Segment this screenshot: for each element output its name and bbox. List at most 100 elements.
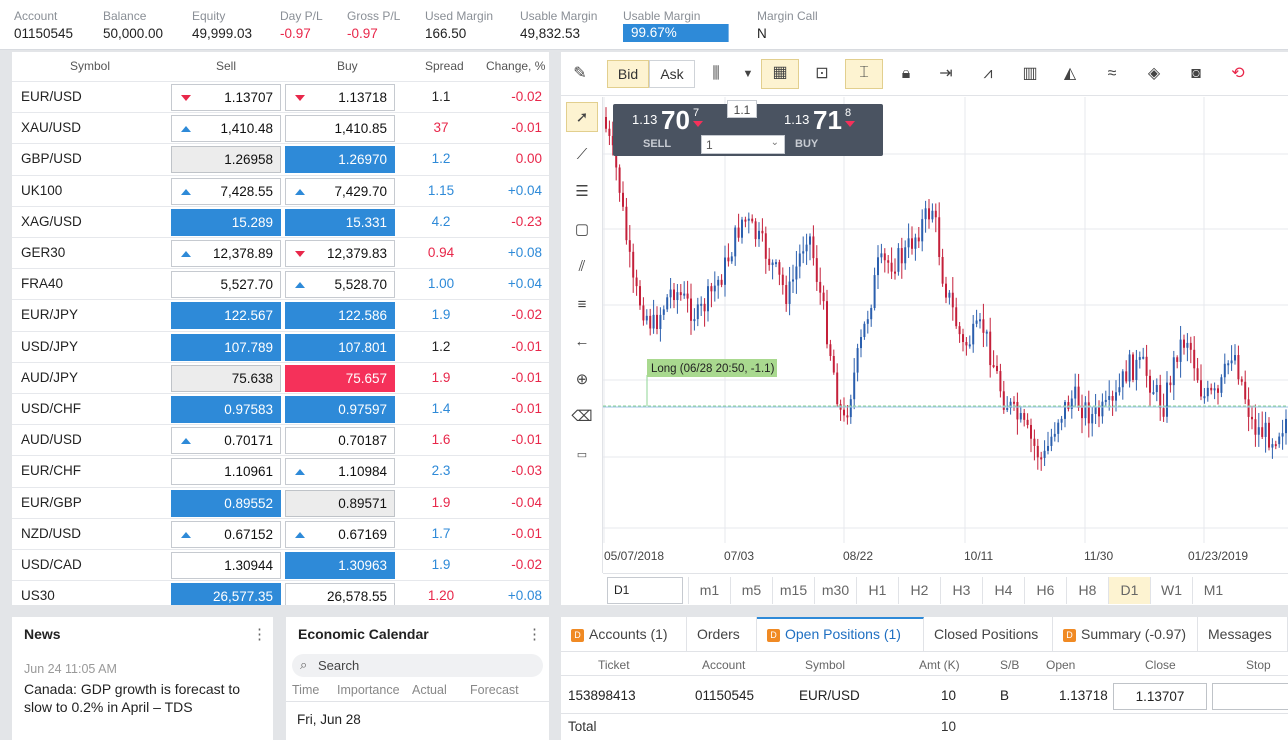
sell-price-button[interactable]: 26,577.35: [171, 583, 281, 605]
sell-price-button[interactable]: 122.567: [171, 302, 281, 330]
watchlist-row[interactable]: USD/CHF 0.97583 0.97597 1.4 -0.01: [12, 393, 549, 424]
timeframe-h8[interactable]: H8: [1066, 577, 1108, 604]
position-stop-field[interactable]: [1212, 683, 1288, 710]
col-change[interactable]: Change, %: [486, 52, 545, 80]
buy-price-button[interactable]: 122.586: [285, 302, 395, 330]
sell-price-button[interactable]: 107.789: [171, 333, 281, 361]
col-symbol[interactable]: Symbol: [805, 658, 845, 672]
timeframe-h6[interactable]: H6: [1024, 577, 1066, 604]
col-amount[interactable]: Amt (K): [919, 658, 960, 672]
chevron-down-icon[interactable]: ▼: [735, 61, 761, 87]
bid-button[interactable]: Bid: [607, 60, 649, 88]
econ-search-input[interactable]: ⌕ Search: [292, 654, 543, 677]
sell-price-button[interactable]: 75.638: [171, 364, 281, 392]
price-marker-icon[interactable]: ⌶: [845, 59, 883, 89]
col-symbol[interactable]: Symbol: [70, 52, 110, 80]
trendline-icon[interactable]: ⟋: [566, 140, 598, 170]
tab-messages[interactable]: Messages: [1198, 617, 1288, 651]
col-stop[interactable]: Stop: [1246, 658, 1271, 672]
timeframe-m1[interactable]: m1: [688, 577, 730, 604]
sell-price-button[interactable]: 1.30944: [171, 552, 281, 579]
add-indicator-icon[interactable]: ⩘: [975, 61, 1001, 87]
watchlist-row[interactable]: UK100 7,428.55 7,429.70 1.15 +0.04: [12, 174, 549, 206]
col-buy[interactable]: Buy: [337, 52, 358, 80]
buy-price-button[interactable]: 1.13718: [285, 84, 395, 111]
col-side[interactable]: S/B: [1000, 658, 1019, 672]
col-spread[interactable]: Spread: [425, 52, 464, 80]
col-close[interactable]: Close: [1145, 658, 1176, 672]
timeframe-m30[interactable]: m30: [814, 577, 856, 604]
timeframe-h3[interactable]: H3: [940, 577, 982, 604]
timeframe-h2[interactable]: H2: [898, 577, 940, 604]
watchlist-row[interactable]: NZD/USD 0.67152 0.67169 1.7 -0.01: [12, 517, 549, 549]
sell-price-button[interactable]: 1,410.48: [171, 115, 281, 143]
watchlist-row[interactable]: GBP/USD 1.26958 1.26970 1.2 0.00: [12, 143, 549, 174]
col-account[interactable]: Account: [702, 658, 745, 672]
buy-price-button[interactable]: 0.97597: [285, 396, 395, 423]
volume-icon[interactable]: ▥: [1017, 61, 1043, 87]
buy-price-button[interactable]: 0.67169: [285, 520, 395, 548]
horizontal-lines-icon[interactable]: ≡: [566, 290, 598, 320]
col-ticket[interactable]: Ticket: [598, 658, 630, 672]
fibonacci-icon[interactable]: ☰: [566, 177, 598, 207]
candlestick-icon[interactable]: ⫼: [703, 61, 729, 87]
timeframe-d1[interactable]: D1: [1108, 577, 1150, 604]
timeframe-input[interactable]: D1: [607, 577, 683, 604]
sell-price-button[interactable]: 1.13707: [171, 84, 281, 111]
zoom-in-icon[interactable]: ⊕: [566, 365, 598, 395]
ask-button[interactable]: Ask: [649, 60, 695, 88]
timeframe-m5[interactable]: m5: [730, 577, 772, 604]
sell-price-button[interactable]: 1.10961: [171, 458, 281, 486]
watchlist-row[interactable]: GER30 12,378.89 12,379.83 0.94 +0.08: [12, 237, 549, 268]
buy-price-button[interactable]: 12,379.83: [285, 240, 395, 267]
tab-open-positions[interactable]: D Open Positions (1): [757, 617, 924, 651]
watchlist-row[interactable]: US30 26,577.35 26,578.55 1.20 +0.08: [12, 580, 549, 605]
watchlist-row[interactable]: EUR/GBP 0.89552 0.89571 1.9 -0.04: [12, 486, 549, 518]
chart-layout-icon[interactable]: ▦: [761, 59, 799, 89]
buy-price-button[interactable]: 0.70187: [285, 427, 395, 455]
timeframe-h1[interactable]: H1: [856, 577, 898, 604]
buy-price-button[interactable]: 1.26970: [285, 146, 395, 174]
timeframe-m1[interactable]: M1: [1192, 577, 1234, 604]
timeframe-m15[interactable]: m15: [772, 577, 814, 604]
ruler-icon[interactable]: ▭: [566, 440, 598, 470]
watchlist-row[interactable]: XAG/USD 15.289 15.331 4.2 -0.23: [12, 205, 549, 237]
col-open[interactable]: Open: [1046, 658, 1075, 672]
buy-price-button[interactable]: 75.657: [285, 364, 395, 392]
buy-price-button[interactable]: 5,528.70: [285, 271, 395, 299]
layers-icon[interactable]: ◈: [1141, 61, 1167, 87]
timeframe-w1[interactable]: W1: [1150, 577, 1192, 604]
watchlist-row[interactable]: USD/JPY 107.789 107.801 1.2 -0.01: [12, 330, 549, 362]
buy-price-button[interactable]: 1,410.85: [285, 115, 395, 143]
watchlist-row[interactable]: EUR/JPY 122.567 122.586 1.9 -0.02: [12, 299, 549, 330]
watchlist-row[interactable]: FRA40 5,527.70 5,528.70 1.00 +0.04: [12, 268, 549, 299]
buy-price-button[interactable]: 7,429.70: [285, 177, 395, 205]
tab-orders[interactable]: Orders: [687, 617, 757, 651]
cursor-icon[interactable]: ➚: [566, 102, 598, 132]
watchlist-row[interactable]: EUR/CHF 1.10961 1.10984 2.3 -0.03: [12, 455, 549, 486]
compare-icon[interactable]: ≈: [1099, 61, 1125, 87]
timeframe-h4[interactable]: H4: [982, 577, 1024, 604]
back-arrow-icon[interactable]: ←: [566, 327, 598, 357]
pencil-icon[interactable]: ✎: [567, 61, 593, 87]
sell-price-button[interactable]: 15.289: [171, 208, 281, 236]
buy-price-button[interactable]: 26,578.55: [285, 583, 395, 605]
news-headline[interactable]: Canada: GDP growth is forecast to slow t…: [24, 680, 264, 716]
sell-price-button[interactable]: 1.26958: [171, 146, 281, 174]
buy-quote-button[interactable]: 1.13 71 8 BUY: [763, 104, 883, 156]
rectangle-icon[interactable]: ▢: [566, 215, 598, 245]
watchlist-row[interactable]: USD/CAD 1.30944 1.30963 1.9 -0.02: [12, 549, 549, 580]
position-close-button[interactable]: 1.13707: [1113, 683, 1207, 710]
tab-accounts[interactable]: D Accounts (1): [561, 617, 687, 651]
watchlist-row[interactable]: XAU/USD 1,410.48 1,410.85 37 -0.01: [12, 112, 549, 143]
more-options-icon[interactable]: ⋮: [252, 627, 267, 642]
buy-price-button[interactable]: 15.331: [285, 208, 395, 236]
tab-summary[interactable]: D Summary (-0.97): [1053, 617, 1198, 651]
watchlist-row[interactable]: EUR/USD 1.13707 1.13718 1.1 -0.02: [12, 81, 549, 112]
scroll-to-end-icon[interactable]: ⇥: [933, 61, 959, 87]
buy-price-button[interactable]: 0.89571: [285, 489, 395, 517]
sell-price-button[interactable]: 0.97583: [171, 396, 281, 423]
area-chart-icon[interactable]: ◭: [1057, 61, 1083, 87]
buy-price-button[interactable]: 107.801: [285, 333, 395, 361]
sell-price-button[interactable]: 0.89552: [171, 489, 281, 517]
